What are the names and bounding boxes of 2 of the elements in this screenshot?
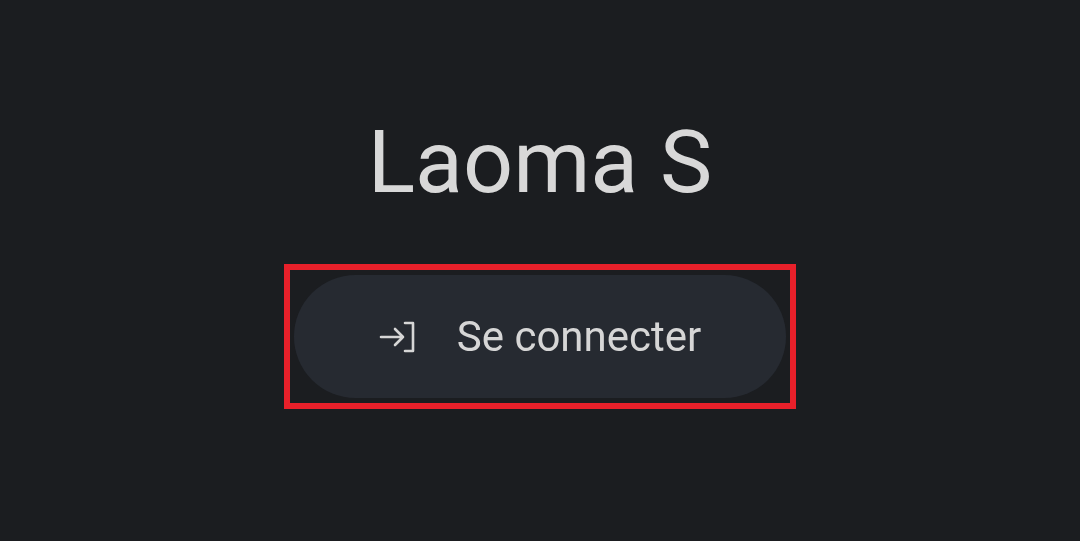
profile-name: Laoma S: [367, 118, 713, 206]
sign-in-button[interactable]: Se connecter: [294, 275, 786, 398]
